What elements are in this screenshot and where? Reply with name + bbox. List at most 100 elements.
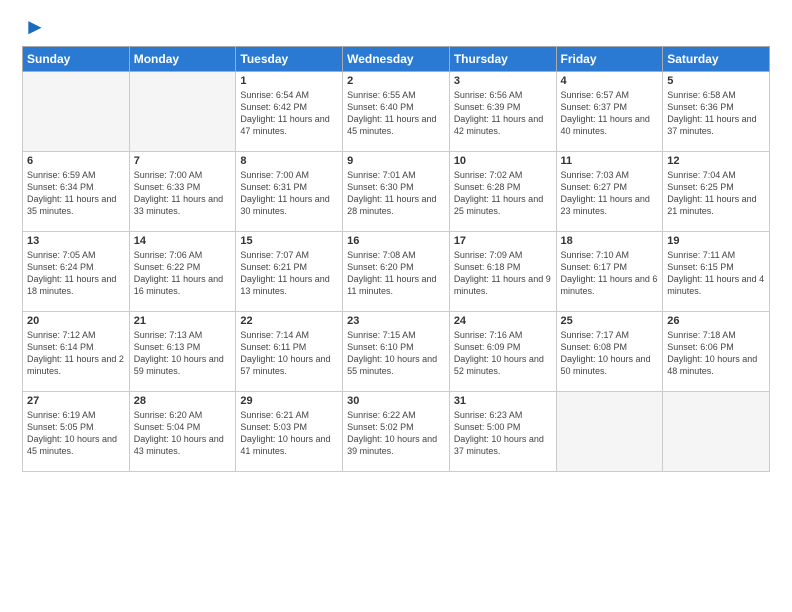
calendar-cell: 30 Sunrise: 6:22 AM Sunset: 5:02 PM Dayli… bbox=[343, 392, 450, 472]
calendar-cell: 10 Sunrise: 7:02 AM Sunset: 6:28 PM Dayli… bbox=[449, 152, 556, 232]
logo: ► bbox=[22, 18, 46, 40]
day-number: 22 bbox=[240, 315, 338, 327]
weekday-header: Tuesday bbox=[236, 47, 343, 72]
calendar-cell: 31 Sunrise: 6:23 AM Sunset: 5:00 PM Dayli… bbox=[449, 392, 556, 472]
calendar-cell: 12 Sunrise: 7:04 AM Sunset: 6:25 PM Dayli… bbox=[663, 152, 770, 232]
day-number: 21 bbox=[134, 315, 232, 327]
calendar-cell: 6 Sunrise: 6:59 AM Sunset: 6:34 PM Daylig… bbox=[23, 152, 130, 232]
day-number: 16 bbox=[347, 235, 445, 247]
day-info: Sunrise: 7:09 AM Sunset: 6:18 PM Dayligh… bbox=[454, 249, 552, 298]
weekday-header: Thursday bbox=[449, 47, 556, 72]
day-info: Sunrise: 7:02 AM Sunset: 6:28 PM Dayligh… bbox=[454, 169, 552, 218]
day-info: Sunrise: 7:11 AM Sunset: 6:15 PM Dayligh… bbox=[667, 249, 765, 298]
day-info: Sunrise: 7:13 AM Sunset: 6:13 PM Dayligh… bbox=[134, 329, 232, 378]
calendar-cell: 22 Sunrise: 7:14 AM Sunset: 6:11 PM Dayli… bbox=[236, 312, 343, 392]
calendar-cell: 17Sunrise: 7:09 AM Sunset: 6:18 PM Dayli… bbox=[449, 232, 556, 312]
calendar-week-row: 6 Sunrise: 6:59 AM Sunset: 6:34 PM Daylig… bbox=[23, 152, 770, 232]
day-number: 18 bbox=[561, 235, 659, 247]
day-info: Sunrise: 6:23 AM Sunset: 5:00 PM Dayligh… bbox=[454, 409, 552, 458]
day-info: Sunrise: 6:59 AM Sunset: 6:34 PM Dayligh… bbox=[27, 169, 125, 218]
calendar-cell: 15 Sunrise: 7:07 AM Sunset: 6:21 PM Dayli… bbox=[236, 232, 343, 312]
calendar-cell: 25 Sunrise: 7:17 AM Sunset: 6:08 PM Dayli… bbox=[556, 312, 663, 392]
calendar-cell: 9Sunrise: 7:01 AM Sunset: 6:30 PM Daylig… bbox=[343, 152, 450, 232]
calendar-cell: 21 Sunrise: 7:13 AM Sunset: 6:13 PM Dayli… bbox=[129, 312, 236, 392]
calendar-cell: 19 Sunrise: 7:11 AM Sunset: 6:15 PM Dayli… bbox=[663, 232, 770, 312]
day-info: Sunrise: 6:20 AM Sunset: 5:04 PM Dayligh… bbox=[134, 409, 232, 458]
day-info: Sunrise: 6:21 AM Sunset: 5:03 PM Dayligh… bbox=[240, 409, 338, 458]
day-info: Sunrise: 7:17 AM Sunset: 6:08 PM Dayligh… bbox=[561, 329, 659, 378]
calendar-week-row: 13Sunrise: 7:05 AM Sunset: 6:24 PM Dayli… bbox=[23, 232, 770, 312]
day-number: 20 bbox=[27, 315, 125, 327]
day-info: Sunrise: 6:57 AM Sunset: 6:37 PM Dayligh… bbox=[561, 89, 659, 138]
day-info: Sunrise: 7:04 AM Sunset: 6:25 PM Dayligh… bbox=[667, 169, 765, 218]
day-number: 12 bbox=[667, 155, 765, 167]
day-info: Sunrise: 7:10 AM Sunset: 6:17 PM Dayligh… bbox=[561, 249, 659, 298]
day-number: 4 bbox=[561, 75, 659, 87]
day-info: Sunrise: 7:08 AM Sunset: 6:20 PM Dayligh… bbox=[347, 249, 445, 298]
calendar-cell: 5 Sunrise: 6:58 AM Sunset: 6:36 PM Daylig… bbox=[663, 72, 770, 152]
day-info: Sunrise: 7:03 AM Sunset: 6:27 PM Dayligh… bbox=[561, 169, 659, 218]
calendar-cell: 8 Sunrise: 7:00 AM Sunset: 6:31 PM Daylig… bbox=[236, 152, 343, 232]
calendar-cell: 4 Sunrise: 6:57 AM Sunset: 6:37 PM Daylig… bbox=[556, 72, 663, 152]
weekday-row: SundayMondayTuesdayWednesdayThursdayFrid… bbox=[23, 47, 770, 72]
day-number: 5 bbox=[667, 75, 765, 87]
day-number: 28 bbox=[134, 395, 232, 407]
calendar-table: SundayMondayTuesdayWednesdayThursdayFrid… bbox=[22, 46, 770, 472]
day-number: 3 bbox=[454, 75, 552, 87]
day-info: Sunrise: 7:01 AM Sunset: 6:30 PM Dayligh… bbox=[347, 169, 445, 218]
calendar-cell bbox=[663, 392, 770, 472]
calendar-cell bbox=[129, 72, 236, 152]
day-number: 8 bbox=[240, 155, 338, 167]
day-number: 10 bbox=[454, 155, 552, 167]
day-info: Sunrise: 7:00 AM Sunset: 6:31 PM Dayligh… bbox=[240, 169, 338, 218]
day-info: Sunrise: 6:55 AM Sunset: 6:40 PM Dayligh… bbox=[347, 89, 445, 138]
calendar-cell: 3 Sunrise: 6:56 AM Sunset: 6:39 PM Daylig… bbox=[449, 72, 556, 152]
calendar-cell: 1Sunrise: 6:54 AM Sunset: 6:42 PM Daylig… bbox=[236, 72, 343, 152]
calendar-cell: 2 Sunrise: 6:55 AM Sunset: 6:40 PM Daylig… bbox=[343, 72, 450, 152]
logo-icon: ► bbox=[24, 14, 46, 40]
day-info: Sunrise: 7:12 AM Sunset: 6:14 PM Dayligh… bbox=[27, 329, 125, 378]
calendar-cell: 13Sunrise: 7:05 AM Sunset: 6:24 PM Dayli… bbox=[23, 232, 130, 312]
day-info: Sunrise: 7:00 AM Sunset: 6:33 PM Dayligh… bbox=[134, 169, 232, 218]
calendar-cell: 23Sunrise: 7:15 AM Sunset: 6:10 PM Dayli… bbox=[343, 312, 450, 392]
day-number: 23 bbox=[347, 315, 445, 327]
header: ► bbox=[22, 18, 770, 40]
day-number: 6 bbox=[27, 155, 125, 167]
calendar-cell: 20 Sunrise: 7:12 AM Sunset: 6:14 PM Dayli… bbox=[23, 312, 130, 392]
calendar-header: SundayMondayTuesdayWednesdayThursdayFrid… bbox=[23, 47, 770, 72]
day-number: 26 bbox=[667, 315, 765, 327]
day-number: 1 bbox=[240, 75, 338, 87]
calendar-body: 1Sunrise: 6:54 AM Sunset: 6:42 PM Daylig… bbox=[23, 72, 770, 472]
day-info: Sunrise: 7:18 AM Sunset: 6:06 PM Dayligh… bbox=[667, 329, 765, 378]
calendar-cell: 18 Sunrise: 7:10 AM Sunset: 6:17 PM Dayli… bbox=[556, 232, 663, 312]
day-number: 25 bbox=[561, 315, 659, 327]
calendar-week-row: 27 Sunrise: 6:19 AM Sunset: 5:05 PM Dayli… bbox=[23, 392, 770, 472]
day-info: Sunrise: 7:14 AM Sunset: 6:11 PM Dayligh… bbox=[240, 329, 338, 378]
calendar-week-row: 1Sunrise: 6:54 AM Sunset: 6:42 PM Daylig… bbox=[23, 72, 770, 152]
day-number: 2 bbox=[347, 75, 445, 87]
day-number: 7 bbox=[134, 155, 232, 167]
day-info: Sunrise: 6:58 AM Sunset: 6:36 PM Dayligh… bbox=[667, 89, 765, 138]
day-number: 13 bbox=[27, 235, 125, 247]
day-number: 24 bbox=[454, 315, 552, 327]
weekday-header: Friday bbox=[556, 47, 663, 72]
day-info: Sunrise: 6:56 AM Sunset: 6:39 PM Dayligh… bbox=[454, 89, 552, 138]
calendar-cell: 14Sunrise: 7:06 AM Sunset: 6:22 PM Dayli… bbox=[129, 232, 236, 312]
day-info: Sunrise: 7:16 AM Sunset: 6:09 PM Dayligh… bbox=[454, 329, 552, 378]
day-number: 15 bbox=[240, 235, 338, 247]
calendar-cell: 29Sunrise: 6:21 AM Sunset: 5:03 PM Dayli… bbox=[236, 392, 343, 472]
day-info: Sunrise: 7:06 AM Sunset: 6:22 PM Dayligh… bbox=[134, 249, 232, 298]
calendar-cell: 7 Sunrise: 7:00 AM Sunset: 6:33 PM Daylig… bbox=[129, 152, 236, 232]
day-number: 30 bbox=[347, 395, 445, 407]
calendar-cell: 28 Sunrise: 6:20 AM Sunset: 5:04 PM Dayli… bbox=[129, 392, 236, 472]
page: ► SundayMondayTuesdayWednesdayThursdayFr… bbox=[0, 0, 792, 484]
day-info: Sunrise: 6:19 AM Sunset: 5:05 PM Dayligh… bbox=[27, 409, 125, 458]
weekday-header: Monday bbox=[129, 47, 236, 72]
calendar-cell: 27 Sunrise: 6:19 AM Sunset: 5:05 PM Dayli… bbox=[23, 392, 130, 472]
day-number: 27 bbox=[27, 395, 125, 407]
day-info: Sunrise: 7:07 AM Sunset: 6:21 PM Dayligh… bbox=[240, 249, 338, 298]
day-number: 31 bbox=[454, 395, 552, 407]
day-info: Sunrise: 6:22 AM Sunset: 5:02 PM Dayligh… bbox=[347, 409, 445, 458]
day-number: 19 bbox=[667, 235, 765, 247]
calendar-cell bbox=[556, 392, 663, 472]
